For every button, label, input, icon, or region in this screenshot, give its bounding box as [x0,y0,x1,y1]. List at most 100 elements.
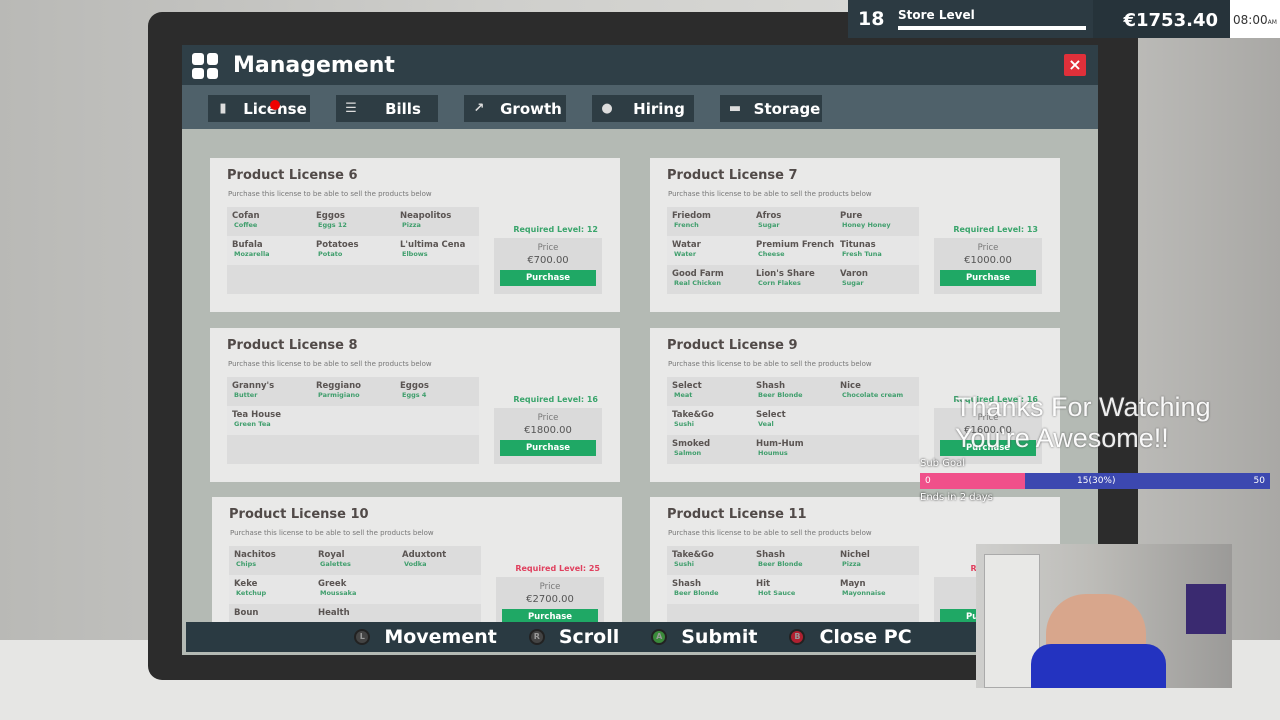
price-box: Price €1000.00 Purchase [934,238,1042,294]
product-brand: Neapolitos [400,211,452,221]
person-search-icon: ● [601,100,613,116]
license-subtitle: Purchase this license to be able to sell… [228,190,432,198]
price-box: Price €700.00 Purchase [494,238,602,294]
product-brand: Boun [234,608,259,618]
gamepad-l-button-icon: L [354,629,371,645]
tab-license[interactable]: ▮License [208,95,310,122]
price-value: €2700.00 [526,594,574,605]
tab-label: Hiring [633,99,685,118]
product-cell [397,575,481,604]
product-brand: Shash [672,579,702,589]
product-cell: Eggos Eggs 4 [395,377,479,406]
tab-growth[interactable]: ↗ Growth [464,95,566,122]
product-type: Corn Flakes [758,279,801,287]
license-title: Product License 7 [667,168,798,183]
product-brand: Greek [318,579,347,589]
close-button[interactable]: × [1064,54,1086,76]
control-hint: L Movement [354,626,497,648]
product-cell: Hit Hot Sauce [751,575,835,604]
control-hint: B Close PC [789,626,912,648]
product-cell: Shash Beer Blonde [667,575,751,604]
tab-storage[interactable]: ▬ Storage [720,95,822,122]
product-type: French [674,221,699,229]
product-brand: Mayn [840,579,866,589]
price-value: €1800.00 [524,425,572,436]
tab-bar: ▮License ☰ Bills ↗ Growth ● Hiring ▬ Storage [182,85,1098,129]
product-brand: Take&Go [672,550,714,560]
price-label: Price [539,582,561,592]
product-brand: Hum-Hum [756,439,804,449]
product-type: Eggs 12 [318,221,347,229]
product-cell [311,406,395,435]
product-cell: Take&Go Sushi [667,546,751,575]
license-card: Product License 7 Purchase this license t… [650,158,1060,312]
purchase-button[interactable]: Purchase [500,440,596,456]
product-cell: Keke Ketchup [229,575,313,604]
tab-hiring[interactable]: ● Hiring [592,95,694,122]
product-type: Ketchup [236,589,267,597]
purchase-button[interactable]: Purchase [940,270,1036,286]
gamepad-a-button-icon: A [651,629,668,645]
management-window: Management × ▮License ☰ Bills ↗ Growth ● Hirin… [182,45,1098,655]
money-balance: €1753.40 [1123,10,1218,31]
product-cell: Afros Sugar [751,207,835,236]
control-hint: R Scroll [528,626,619,648]
product-grid: Take&Go Sushi Shash Beer Blonde Nichel Pizza S… [667,546,919,633]
product-cell: Cofan Coffee [227,207,311,236]
tab-label: Storage [753,99,821,118]
product-brand: Nice [840,381,861,391]
product-cell [311,265,395,294]
product-type: Beer Blonde [758,560,803,568]
required-level: Required Level: 25 [515,564,600,573]
product-brand: Shash [756,381,786,391]
product-type: Chocolate cream [842,391,904,399]
control-label: Movement [384,626,497,648]
product-cell: Lion's Share Corn Flakes [751,265,835,294]
product-brand: Bufala [232,240,263,250]
product-type: Houmus [758,449,788,457]
control-hint: A Submit [651,626,757,648]
product-brand: Keke [234,579,258,589]
product-type: Water [674,250,697,258]
product-cell [395,435,479,464]
purchase-button[interactable]: Purchase [500,270,596,286]
product-brand: Granny's [232,381,275,391]
product-brand: Select [672,381,702,391]
product-type: Butter [234,391,258,399]
product-type: Potato [318,250,343,258]
product-type: Sushi [674,420,695,428]
license-title: Product License 10 [229,507,369,522]
product-type: Meat [674,391,693,399]
product-brand: Premium French [756,240,835,250]
gamepad-r-button-icon: R [528,629,545,645]
product-brand: Eggos [400,381,429,391]
product-brand: Lion's Share [756,269,815,279]
product-type: Vodka [404,560,427,568]
product-cell: Select Veal [751,406,835,435]
product-cell [395,406,479,435]
stream-overlay-message: Thanks For Watching You're Awesome!! [955,392,1211,454]
product-cell: Potatoes Potato [311,236,395,265]
license-subtitle: Purchase this license to be able to sell… [668,529,872,537]
product-cell: Royal Galettes [313,546,397,575]
product-brand: L'ultima Cena [400,240,466,250]
product-type: Galettes [320,560,351,568]
product-cell: Premium French Cheese [751,236,835,265]
product-brand: Smoked [672,439,711,449]
product-cell: Reggiano Parmigiano [311,377,395,406]
product-cell [311,435,395,464]
product-cell: Bufala Mozarella [227,236,311,265]
product-cell [227,435,311,464]
license-card: Product License 8 Purchase this license t… [210,328,620,482]
product-cell: Eggos Eggs 12 [311,207,395,236]
controls-bar: L Movement R Scroll A Submit B Close PC [186,622,1098,652]
tab-bills[interactable]: ☰ Bills [336,95,438,122]
required-level: Required Level: 16 [513,395,598,404]
cursor-dot [270,100,280,110]
product-cell: Friedom French [667,207,751,236]
control-label: Submit [681,626,758,648]
product-cell: Pure Honey Honey [835,207,919,236]
product-brand: Varon [840,269,868,279]
price-value: €1000.00 [964,255,1012,266]
product-type: Green Tea [234,420,271,428]
